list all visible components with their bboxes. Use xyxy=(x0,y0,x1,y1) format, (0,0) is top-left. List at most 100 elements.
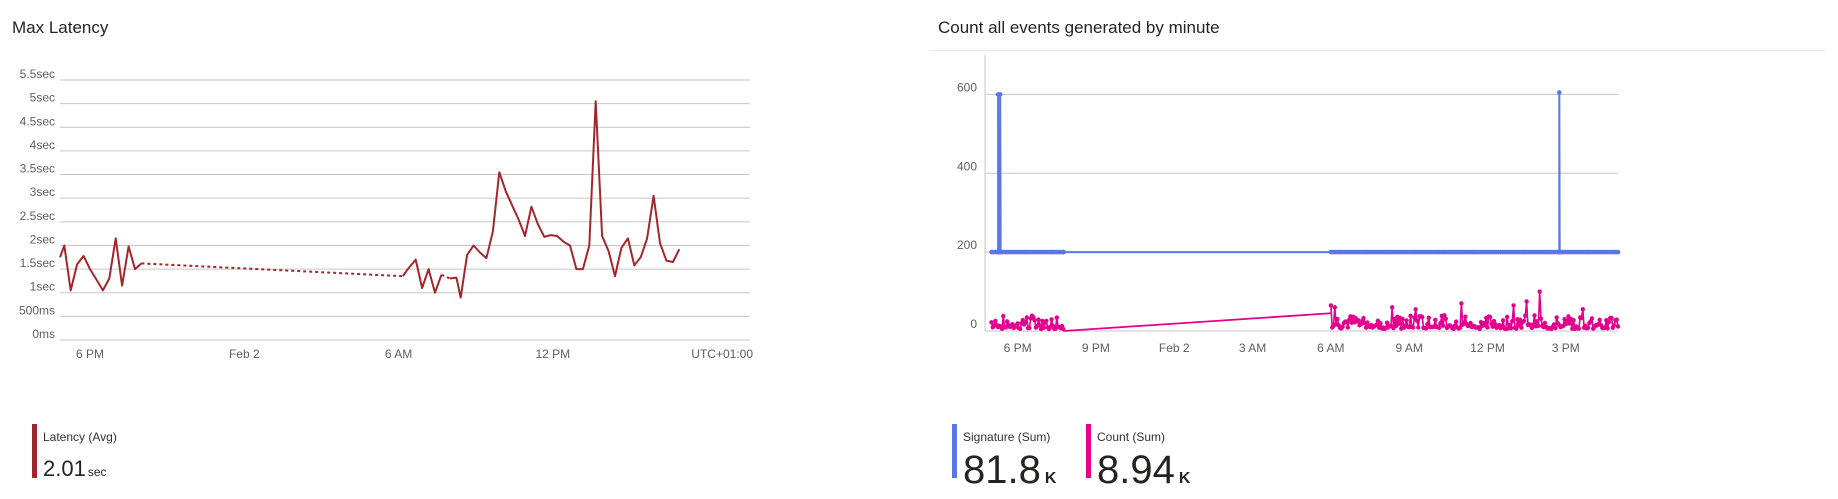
y-tick-label: 1sec xyxy=(30,280,55,294)
count-marker xyxy=(1511,303,1516,308)
count-marker xyxy=(1576,326,1581,331)
count-marker xyxy=(1443,316,1448,321)
count-marker xyxy=(1463,314,1468,319)
count-marker xyxy=(1508,325,1514,331)
count-marker xyxy=(1615,324,1621,329)
legend-label: Signature (Sum) xyxy=(963,430,1051,444)
count-marker xyxy=(1361,316,1366,321)
count-marker xyxy=(1032,318,1037,323)
signature-marker xyxy=(997,92,1003,97)
x-tick-label: Feb 2 xyxy=(229,347,260,361)
count-marker xyxy=(1023,320,1028,325)
count-marker xyxy=(1459,301,1464,306)
y-tick-label: 2.5sec xyxy=(20,209,55,223)
count-marker xyxy=(1542,320,1548,326)
latency-line xyxy=(449,100,681,299)
count-marker xyxy=(1487,314,1493,320)
count-marker xyxy=(1027,325,1032,331)
count-marker xyxy=(1554,315,1559,320)
count-marker xyxy=(1404,318,1409,323)
count-marker xyxy=(1378,321,1383,326)
count-marker xyxy=(1500,318,1506,323)
count-marker xyxy=(1580,307,1585,312)
max-latency-chart: 0ms 500ms 1sec 1.5sec 2sec 2.5sec 3sec 3.5sec 4s… xyxy=(19,67,753,361)
count-marker xyxy=(1553,325,1558,331)
count-marker xyxy=(1521,318,1527,324)
timezone-label: UTC+01:00 xyxy=(691,347,753,361)
count-marker xyxy=(1433,317,1438,323)
count-marker xyxy=(1609,315,1614,321)
count-marker xyxy=(1423,326,1429,331)
count-marker xyxy=(1015,321,1020,326)
legend-value: 81.8 K xyxy=(963,450,1056,499)
count-marker xyxy=(1410,325,1416,330)
count-marker xyxy=(1044,318,1049,324)
signature-marker xyxy=(1557,90,1562,95)
legend-number: 8.94 xyxy=(1097,448,1175,492)
count-marker xyxy=(1335,316,1340,322)
count-marker xyxy=(1416,325,1421,330)
y-tick-label: 200 xyxy=(957,238,977,252)
legend-unit: K xyxy=(1044,470,1057,487)
y-tick-label: 4.5sec xyxy=(20,114,55,128)
x-tick-label: Feb 2 xyxy=(1159,341,1190,355)
count-marker xyxy=(1041,325,1046,330)
x-tick-label: 6 PM xyxy=(1004,341,1032,355)
y-tick-label: 5sec xyxy=(30,91,55,105)
legend-color-bar xyxy=(1086,424,1091,478)
count-marker xyxy=(1538,316,1544,321)
count-marker xyxy=(1614,317,1619,322)
count-marker xyxy=(1537,289,1542,294)
count-marker xyxy=(1606,319,1612,325)
count-marker xyxy=(1523,313,1528,318)
latency-line xyxy=(59,237,143,292)
x-tick-label: 6 AM xyxy=(385,347,412,361)
y-tick-label: 0ms xyxy=(32,327,55,341)
legend-unit: K xyxy=(1178,470,1191,487)
count-marker xyxy=(1332,305,1337,310)
event-count-panel: Count all events generated by minute 0 20… xyxy=(930,0,1838,490)
y-tick-label: 1.5sec xyxy=(20,256,55,270)
count-marker xyxy=(1504,314,1510,320)
count-marker xyxy=(1408,313,1413,318)
count-marker xyxy=(993,318,998,324)
count-marker xyxy=(1440,323,1446,328)
y-tick-label: 5.5sec xyxy=(20,67,55,81)
count-marker xyxy=(1605,326,1610,331)
count-marker xyxy=(1597,317,1602,323)
signature-line xyxy=(991,92,1618,254)
x-tick-label: 9 AM xyxy=(1395,341,1422,355)
legend-number: 81.8 xyxy=(963,448,1041,492)
count-marker xyxy=(1437,325,1442,330)
legend-label: Latency (Avg) xyxy=(43,430,117,444)
count-bridge-line xyxy=(1063,312,1331,332)
count-marker xyxy=(1510,319,1515,324)
signature-marker xyxy=(1061,249,1066,255)
x-tick-label: 6 AM xyxy=(1317,341,1344,355)
count-marker xyxy=(1049,317,1054,322)
count-marker xyxy=(1524,299,1529,304)
count-marker xyxy=(1420,314,1425,320)
count-marker xyxy=(1345,325,1350,330)
latency-line xyxy=(402,258,443,294)
y-tick-label: 3.5sec xyxy=(20,162,55,176)
x-tick-label: 12 PM xyxy=(1470,341,1505,355)
count-marker xyxy=(1036,317,1041,322)
x-tick-label: 9 PM xyxy=(1082,341,1110,355)
event-count-chart: 0 200 400 600 6 PM 9 PM Feb 2 3 AM 6 AM 9 AM 12 PM… xyxy=(957,55,1621,355)
legend-color-bar xyxy=(952,424,957,478)
legend-value: 8.94 K xyxy=(1097,450,1190,499)
count-marker xyxy=(1400,316,1405,322)
count-marker xyxy=(1414,318,1420,323)
y-tick-label: 400 xyxy=(957,159,977,173)
count-marker xyxy=(1611,323,1617,328)
count-marker xyxy=(1579,315,1584,321)
x-tick-label: 6 PM xyxy=(76,347,104,361)
y-tick-label: 600 xyxy=(957,80,977,94)
count-line xyxy=(1330,291,1619,332)
y-tick-label: 3sec xyxy=(30,185,55,199)
legend-value: 2.01 sec xyxy=(43,458,107,483)
latency-gap-line xyxy=(441,273,451,280)
y-tick-label: 4sec xyxy=(30,138,55,152)
count-marker xyxy=(1532,313,1537,318)
